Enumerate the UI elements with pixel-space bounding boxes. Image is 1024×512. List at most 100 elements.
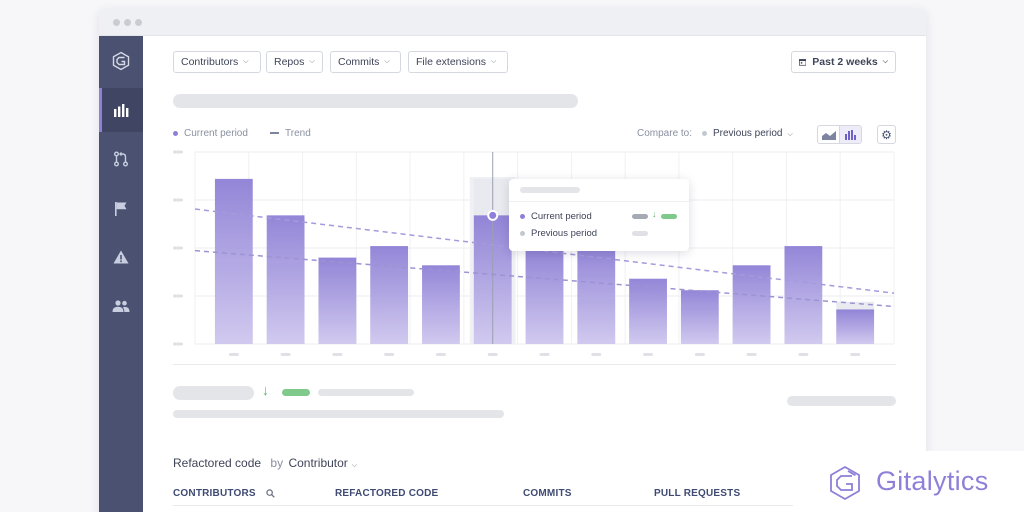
hover-point — [487, 209, 499, 221]
x-tick-label-placeholder — [694, 353, 705, 356]
bar-current-period — [680, 290, 719, 344]
bar-current-period — [629, 278, 667, 344]
sidebar-item-alerts[interactable] — [99, 235, 143, 279]
legend-dot-icon — [520, 231, 525, 236]
column-header-contributors[interactable]: CONTRIBUTORS — [173, 488, 275, 499]
filter-label: Repos — [274, 56, 305, 68]
sidebar-item-pull-requests[interactable] — [99, 137, 143, 181]
repos-filter[interactable]: Repos ⌵ — [266, 51, 323, 73]
y-tick-label-placeholder — [173, 342, 183, 346]
chevron-down-icon: ⌵ — [309, 58, 315, 65]
section-title: Refactored code — [173, 456, 262, 470]
group-by-select[interactable]: Contributor ⌵ — [288, 456, 357, 470]
warning-icon — [113, 250, 129, 264]
tooltip-previous-value-placeholder — [632, 231, 648, 236]
section-heading: Refactored code by Contributor ⌵ — [173, 456, 357, 470]
x-tick-label-placeholder — [746, 353, 757, 356]
git-pull-request-icon — [114, 151, 128, 167]
date-range-select[interactable]: Past 2 weeks ⌵ — [791, 51, 896, 73]
legend-dot-icon — [520, 214, 525, 219]
bar-current-period — [577, 248, 616, 344]
summary-text-placeholder — [318, 389, 414, 396]
y-tick-label-placeholder — [173, 198, 183, 202]
x-tick-label-placeholder — [228, 353, 239, 356]
section-divider — [173, 364, 896, 365]
app-logo-icon[interactable] — [99, 39, 143, 83]
window-dot-icon[interactable] — [135, 19, 142, 26]
column-header-commits[interactable]: COMMITS — [523, 488, 572, 499]
bar-current-period — [214, 178, 253, 344]
column-header-refactored-code[interactable]: REFACTORED CODE — [335, 488, 438, 499]
bar-chart-icon — [113, 103, 128, 117]
summary-subtext-placeholder — [173, 410, 504, 418]
area-chart-button[interactable] — [818, 126, 839, 143]
legend-dot-icon — [702, 130, 707, 136]
x-tick-label-placeholder — [591, 353, 602, 356]
section-by: by — [270, 456, 284, 470]
gitalytics-logo-icon — [830, 465, 860, 501]
tooltip-current-label: Current period — [531, 211, 592, 222]
sidebar — [99, 36, 143, 512]
summary-right-placeholder — [787, 396, 896, 406]
legend-dot-icon — [173, 130, 178, 136]
window-dot-icon[interactable] — [113, 19, 120, 26]
bar-current-period — [370, 246, 409, 344]
tooltip-title-placeholder — [520, 187, 580, 193]
chart-settings-button[interactable]: ⚙ — [877, 125, 896, 144]
dashed-line-icon — [270, 132, 279, 135]
brand-name: Gitalytics — [876, 466, 989, 496]
x-tick-label-placeholder — [332, 353, 343, 356]
table-header-divider — [173, 505, 896, 506]
chevron-down-icon: ⌵ — [491, 58, 497, 65]
compare-select[interactable]: Previous period ⌵ — [702, 128, 793, 139]
arrow-down-icon: ↓ — [262, 382, 269, 398]
sidebar-item-team[interactable] — [99, 284, 143, 328]
flag-icon — [115, 201, 127, 216]
tooltip-row-current: Current period — [520, 211, 592, 222]
chart-type-toggle — [817, 125, 862, 144]
column-header-label: CONTRIBUTORS — [173, 488, 256, 499]
x-tick-label-placeholder — [539, 353, 550, 356]
file-extensions-filter[interactable]: File extensions ⌵ — [408, 51, 508, 73]
chevron-down-icon: ⌵ — [243, 58, 249, 65]
x-tick-label-placeholder — [487, 353, 498, 356]
legend-trend-label: Trend — [285, 128, 311, 139]
legend-trend: Trend — [270, 128, 311, 139]
x-tick-label-placeholder — [850, 353, 861, 356]
filter-label: Commits — [338, 56, 380, 68]
sidebar-item-flags[interactable] — [99, 186, 143, 230]
window-titlebar — [99, 9, 926, 36]
chevron-down-icon: ⌵ — [882, 58, 888, 65]
contributors-filter[interactable]: Contributors ⌵ — [173, 51, 261, 73]
x-tick-label-placeholder — [384, 353, 395, 356]
bar-current-period — [784, 246, 823, 344]
y-tick-label-placeholder — [173, 294, 183, 298]
users-icon — [112, 300, 130, 312]
change-placeholder — [282, 389, 310, 396]
bar-current-period — [266, 215, 305, 344]
x-tick-label-placeholder — [798, 353, 809, 356]
search-icon[interactable] — [266, 489, 275, 498]
sidebar-item-analytics[interactable] — [99, 88, 143, 132]
bar-current-period — [525, 248, 564, 344]
compare-label: Compare to: — [637, 128, 693, 139]
tooltip-previous-label: Previous period — [531, 228, 598, 239]
bar-current-period — [422, 265, 460, 344]
chevron-down-icon: ⌵ — [787, 131, 793, 138]
y-tick-label-placeholder — [173, 246, 183, 250]
chart-tooltip: Current period ↓ Previous period — [509, 179, 689, 251]
title-placeholder — [173, 94, 578, 108]
gear-icon: ⚙ — [881, 127, 892, 142]
y-tick-label-placeholder — [173, 150, 183, 154]
arrow-down-icon: ↓ — [652, 209, 657, 219]
bar-chart-button[interactable] — [839, 126, 861, 143]
commits-filter[interactable]: Commits ⌵ — [330, 51, 401, 73]
bar-chart-icon — [845, 129, 857, 140]
legend-current: Current period — [173, 128, 248, 139]
bar-current-period — [732, 265, 771, 344]
column-header-pull-requests[interactable]: PULL REQUESTS — [654, 488, 740, 499]
filter-label: File extensions — [416, 56, 487, 68]
window-dot-icon[interactable] — [124, 19, 131, 26]
tooltip-row-previous: Previous period — [520, 228, 597, 239]
tooltip-change-placeholder — [661, 214, 677, 219]
